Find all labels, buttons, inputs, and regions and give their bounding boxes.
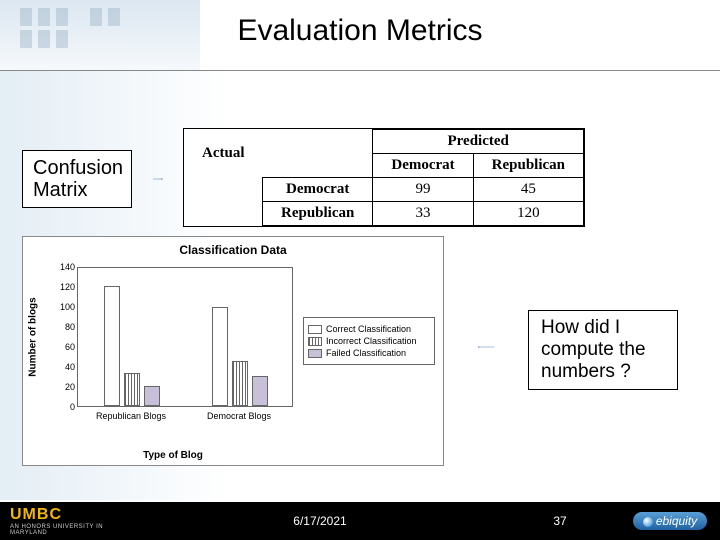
slide-title: Evaluation Metrics bbox=[0, 0, 720, 48]
bar bbox=[232, 361, 248, 406]
predicted-header: Predicted bbox=[373, 130, 584, 154]
divider bbox=[0, 70, 720, 71]
x-axis-label: Type of Blog bbox=[23, 450, 323, 461]
cell-rr: 120 bbox=[473, 202, 583, 226]
arrow-right-icon bbox=[133, 178, 183, 180]
legend-item: Failed Classification bbox=[308, 348, 430, 358]
cell-dr: 45 bbox=[473, 178, 583, 202]
bar bbox=[252, 376, 268, 406]
umbc-logo: UMBC AN HONORS UNIVERSITY IN MARYLAND bbox=[0, 506, 140, 536]
question-box: How did I compute the numbers ? bbox=[528, 310, 678, 390]
row-democrat: Democrat bbox=[263, 178, 373, 202]
cell-dd: 99 bbox=[373, 178, 473, 202]
footer: UMBC AN HONORS UNIVERSITY IN MARYLAND 6/… bbox=[0, 502, 720, 540]
plot-area bbox=[77, 267, 293, 407]
cell-rd: 33 bbox=[373, 202, 473, 226]
chart-title: Classification Data bbox=[23, 237, 443, 259]
bar bbox=[124, 373, 140, 406]
chart-legend: Correct Classification Incorrect Classifi… bbox=[303, 317, 435, 365]
col-democrat: Democrat bbox=[373, 154, 473, 178]
x-category: Republican Blogs bbox=[77, 411, 185, 421]
footer-page: 37 bbox=[500, 514, 620, 528]
y-tick: 100 bbox=[51, 302, 75, 312]
actual-header: Actual bbox=[184, 130, 263, 178]
y-axis-label: Number of blogs bbox=[28, 297, 39, 376]
arrow-left-icon bbox=[444, 346, 528, 348]
bar bbox=[144, 386, 160, 406]
bar bbox=[104, 286, 120, 406]
confusion-matrix-table: Actual Predicted Democrat Republican Dem… bbox=[183, 128, 585, 227]
ebiquity-logo: ebiquity bbox=[620, 512, 720, 530]
x-category: Democrat Blogs bbox=[185, 411, 293, 421]
y-tick: 0 bbox=[51, 402, 75, 412]
footer-date: 6/17/2021 bbox=[140, 514, 500, 528]
legend-item: Incorrect Classification bbox=[308, 336, 430, 346]
y-tick: 20 bbox=[51, 382, 75, 392]
confusion-matrix-label: Confusion Matrix bbox=[22, 150, 132, 208]
y-tick: 140 bbox=[51, 262, 75, 272]
bar bbox=[212, 307, 228, 406]
row-republican: Republican bbox=[263, 202, 373, 226]
classification-chart: Classification Data Number of blogs 0 20 4… bbox=[22, 236, 444, 466]
y-tick: 80 bbox=[51, 322, 75, 332]
y-tick: 120 bbox=[51, 282, 75, 292]
legend-item: Correct Classification bbox=[308, 324, 430, 334]
col-republican: Republican bbox=[473, 154, 583, 178]
y-tick: 60 bbox=[51, 342, 75, 352]
y-tick: 40 bbox=[51, 362, 75, 372]
